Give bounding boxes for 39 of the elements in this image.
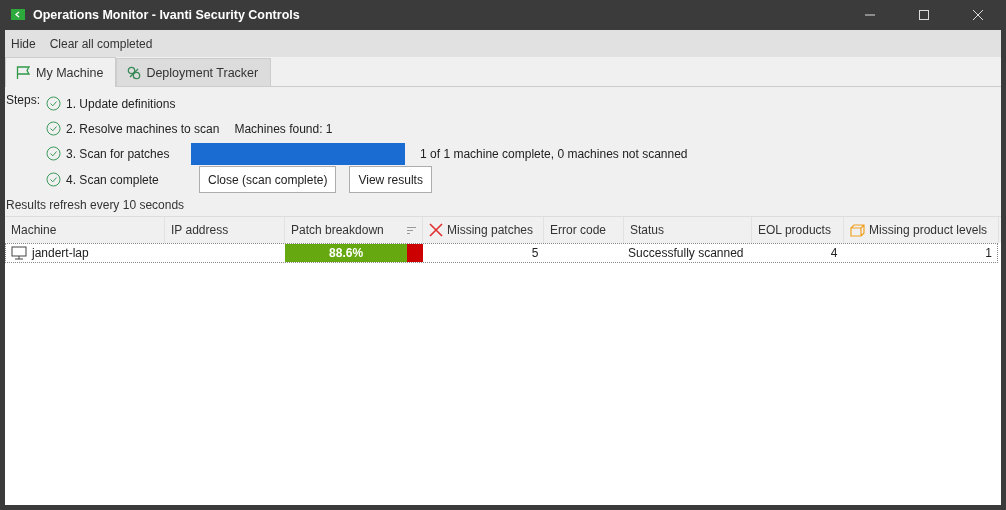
column-header[interactable]: Missing patches [423, 217, 544, 243]
column-header[interactable]: Missing product levels [844, 217, 999, 243]
menu-item[interactable]: Hide [11, 36, 36, 51]
column-header[interactable]: IP address [165, 217, 285, 243]
table-cell-text: 4 [829, 245, 839, 262]
step-note: 1 of 1 machine complete, 0 machines not scanned [420, 146, 688, 161]
step-label: 3. Scan for patches [66, 146, 171, 161]
refresh-note: Results refresh every 10 seconds [5, 197, 186, 214]
column-header[interactable]: Machine [5, 217, 165, 243]
monitor-icon [11, 246, 27, 260]
table-cell: jandert-lap [6, 244, 166, 262]
patch-breakdown-fill: 88.6% [285, 244, 407, 262]
close-icon[interactable] [973, 10, 983, 20]
step-note: Machines found: 1 [234, 121, 333, 136]
table-row[interactable]: jandert-lap 88.6% 5 Successfully scanned 4 1 [5, 243, 998, 263]
tab[interactable]: Deployment Tracker [116, 58, 272, 86]
step-button[interactable]: Close (scan complete) [199, 166, 337, 193]
window-title: Operations Monitor - Ivanti Security Controls [33, 8, 300, 22]
sort-icon [407, 226, 416, 234]
step-label: 4. Scan complete [66, 172, 160, 187]
tab[interactable]: My Machine [5, 57, 117, 87]
column-header[interactable]: Status [624, 217, 752, 243]
table-cell-text: Successfully scanned [627, 245, 745, 262]
column-header[interactable]: Patch breakdown [285, 217, 423, 243]
steps-label: Steps: [6, 92, 41, 109]
flag-icon [16, 66, 31, 79]
app-icon [11, 8, 25, 22]
cross-icon [429, 223, 443, 237]
menu-item[interactable]: Clear all completed [49, 36, 153, 51]
table-cell-text: 1 [984, 245, 993, 262]
column-header[interactable]: EOL products [752, 217, 844, 243]
maximize-icon[interactable] [919, 10, 929, 20]
step-label: 2. Resolve machines to scan [66, 121, 220, 136]
links-icon [127, 65, 142, 80]
table-cell-text: 5 [530, 245, 540, 262]
column-header[interactable]: Error code [544, 217, 624, 243]
step-label: 1. Update definitions [66, 96, 177, 111]
box-icon [850, 223, 865, 237]
step-button[interactable]: View results [349, 166, 432, 193]
